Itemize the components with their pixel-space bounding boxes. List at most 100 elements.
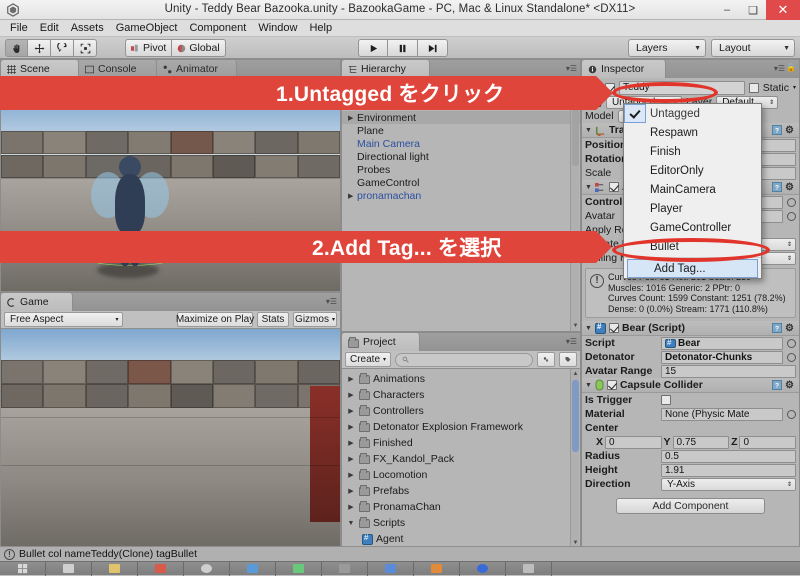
disclosure-triangle-icon[interactable]: ▶ — [348, 114, 357, 122]
disclosure-triangle-icon[interactable]: ▶ — [346, 423, 356, 431]
layers-dropdown[interactable]: Layers ▼ — [628, 39, 706, 57]
disclosure-triangle-icon[interactable]: ▼ — [585, 325, 592, 332]
taskbar-item[interactable] — [506, 561, 552, 576]
is-trigger-checkbox[interactable] — [661, 395, 671, 405]
tag-dropdown-menu[interactable]: Untagged Respawn Finish EditorOnly MainC… — [623, 103, 762, 279]
tab-animator[interactable]: Animator — [157, 60, 237, 78]
scene-lighting-toggle[interactable] — [154, 79, 175, 94]
hierarchy-search-input[interactable]: All — [395, 79, 565, 94]
step-button[interactable] — [418, 39, 448, 57]
status-bar[interactable]: ! Bullet col nameTeddy(Clone) tagBullet — [0, 546, 800, 561]
tag-option-untagged[interactable]: Untagged — [624, 104, 761, 123]
menu-item-edit[interactable]: Edit — [34, 20, 65, 37]
hierarchy-create-dropdown[interactable]: Create ▾ — [345, 79, 391, 94]
disclosure-triangle-icon[interactable]: ▶ — [346, 487, 356, 495]
gear-icon[interactable]: ⚙ — [785, 125, 796, 136]
game-aspect-dropdown[interactable]: Free Aspect ▾ — [4, 312, 123, 327]
scene-color-mode-dropdown[interactable]: RGB ⇕ — [81, 79, 125, 94]
scroll-up-arrow-icon[interactable]: ▲ — [572, 97, 579, 105]
center-y-input[interactable]: 0.75 — [672, 435, 730, 449]
project-item-locomotion[interactable]: ▶ Locomotion — [342, 467, 580, 483]
tab-hierarchy[interactable]: Hierarchy — [342, 60, 430, 78]
detonator-value-field[interactable]: Detonator-Chunks — [661, 350, 783, 364]
capsule-collider-enabled-checkbox[interactable] — [606, 380, 617, 390]
project-search-input[interactable] — [395, 352, 533, 367]
help-icon[interactable]: ? — [772, 379, 782, 390]
disclosure-triangle-icon[interactable]: ▶ — [346, 471, 356, 479]
hierarchy-item-gamecontrol[interactable]: GameControl — [342, 176, 580, 189]
pause-button[interactable] — [388, 39, 418, 57]
object-picker-icon[interactable] — [787, 197, 796, 207]
scale-tool-button[interactable] — [74, 39, 97, 57]
scene-gizmos-dropdown[interactable]: Gizmos ▾ — [254, 79, 299, 94]
taskbar-item[interactable] — [276, 561, 322, 576]
disclosure-triangle-icon[interactable]: ▼ — [585, 184, 592, 191]
static-checkbox[interactable] — [748, 82, 759, 93]
project-item-scripts[interactable]: ▼ Scripts — [342, 515, 580, 531]
project-item-characters[interactable]: ▶ Characters — [342, 387, 580, 403]
gear-icon[interactable]: ⚙ — [785, 323, 796, 334]
bear-script-component-header[interactable]: ▼ Bear (Script) ? ⚙ — [582, 321, 799, 336]
hierarchy-item-plane[interactable]: Plane — [342, 124, 580, 137]
hierarchy-item-teddy[interactable]: ▶ Teddy — [342, 98, 580, 111]
project-filter-label-button[interactable] — [559, 352, 577, 367]
disclosure-triangle-icon[interactable]: ▶ — [346, 455, 356, 463]
help-icon[interactable]: ? — [772, 181, 782, 192]
center-z-input[interactable]: 0 — [739, 435, 796, 449]
tag-option-respawn[interactable]: Respawn — [624, 123, 761, 142]
game-maximize-on-play-toggle[interactable]: Maximize on Play — [176, 312, 254, 327]
tab-scene[interactable]: Scene — [1, 60, 79, 78]
scene-search-input[interactable] — [302, 79, 337, 94]
direction-dropdown[interactable]: Y-Axis ⇕ — [661, 477, 796, 491]
menu-item-help[interactable]: Help — [303, 20, 338, 37]
move-tool-button[interactable] — [28, 39, 51, 57]
disclosure-triangle-icon[interactable]: ▶ — [346, 503, 356, 511]
hand-tool-button[interactable] — [5, 39, 28, 57]
help-icon[interactable]: ? — [772, 322, 782, 333]
disclosure-triangle-icon[interactable]: ▶ — [346, 439, 356, 447]
object-picker-icon[interactable] — [787, 211, 796, 221]
taskbar-item[interactable] — [184, 561, 230, 576]
object-picker-icon[interactable] — [787, 352, 796, 362]
taskbar-item[interactable] — [230, 561, 276, 576]
object-picker-icon[interactable] — [787, 409, 796, 419]
play-button[interactable] — [358, 39, 388, 57]
radius-input[interactable]: 0.5 — [661, 449, 796, 463]
hierarchy-item-pronamachan[interactable]: ▶ pronamachan — [342, 189, 580, 202]
project-create-dropdown[interactable]: Create ▾ — [345, 352, 391, 367]
object-name-input[interactable]: Teddy — [619, 80, 745, 95]
hierarchy-item-directional-light[interactable]: Directional light — [342, 150, 580, 163]
window-close-button[interactable]: ✕ — [766, 0, 800, 20]
game-gizmos-dropdown[interactable]: Gizmos ▾ — [293, 312, 337, 327]
hierarchy-scrollbar[interactable]: ▲ ▼ — [570, 96, 579, 331]
bear-script-enabled-checkbox[interactable] — [608, 323, 619, 333]
script-value-field[interactable]: Bear — [661, 336, 783, 350]
project-panel-menu-icon[interactable]: ▾☰ — [566, 337, 577, 346]
inspector-panel-menu-icon[interactable]: ▾☰ — [774, 64, 785, 73]
global-toggle-button[interactable]: Global — [172, 39, 226, 57]
tag-option-finish[interactable]: Finish — [624, 142, 761, 161]
disclosure-triangle-icon[interactable]: ▶ — [346, 375, 356, 383]
tag-option-gamecontroller[interactable]: GameController — [624, 218, 761, 237]
disclosure-triangle-icon[interactable]: ▶ — [346, 407, 356, 415]
gear-icon[interactable]: ⚙ — [785, 182, 796, 193]
scene-draw-mode-dropdown[interactable]: Textured ⇕ — [4, 79, 78, 94]
project-filter-type-button[interactable] — [537, 352, 555, 367]
scene-viewport[interactable]: ← Front — [1, 96, 340, 291]
game-viewport[interactable] — [1, 329, 340, 548]
project-item-animations[interactable]: ▶ Animations — [342, 371, 580, 387]
add-component-button[interactable]: Add Component — [616, 498, 765, 514]
height-input[interactable]: 1.91 — [661, 463, 796, 477]
menu-item-assets[interactable]: Assets — [65, 20, 110, 37]
project-item-prefabs[interactable]: ▶ Prefabs — [342, 483, 580, 499]
menu-item-window[interactable]: Window — [252, 20, 303, 37]
taskbar-item[interactable] — [46, 561, 92, 576]
taskbar-item[interactable] — [322, 561, 368, 576]
project-item-fx-kandol-pack[interactable]: ▶ FX_Kandol_Pack — [342, 451, 580, 467]
gear-icon[interactable]: ⚙ — [785, 380, 796, 391]
project-item-agent[interactable]: Agent — [342, 531, 580, 547]
material-value-field[interactable]: None (Physic Mate — [661, 407, 783, 421]
disclosure-triangle-icon[interactable]: ▶ — [348, 101, 357, 109]
menu-item-file[interactable]: File — [4, 20, 34, 37]
hierarchy-item-main-camera[interactable]: Main Camera — [342, 137, 580, 150]
